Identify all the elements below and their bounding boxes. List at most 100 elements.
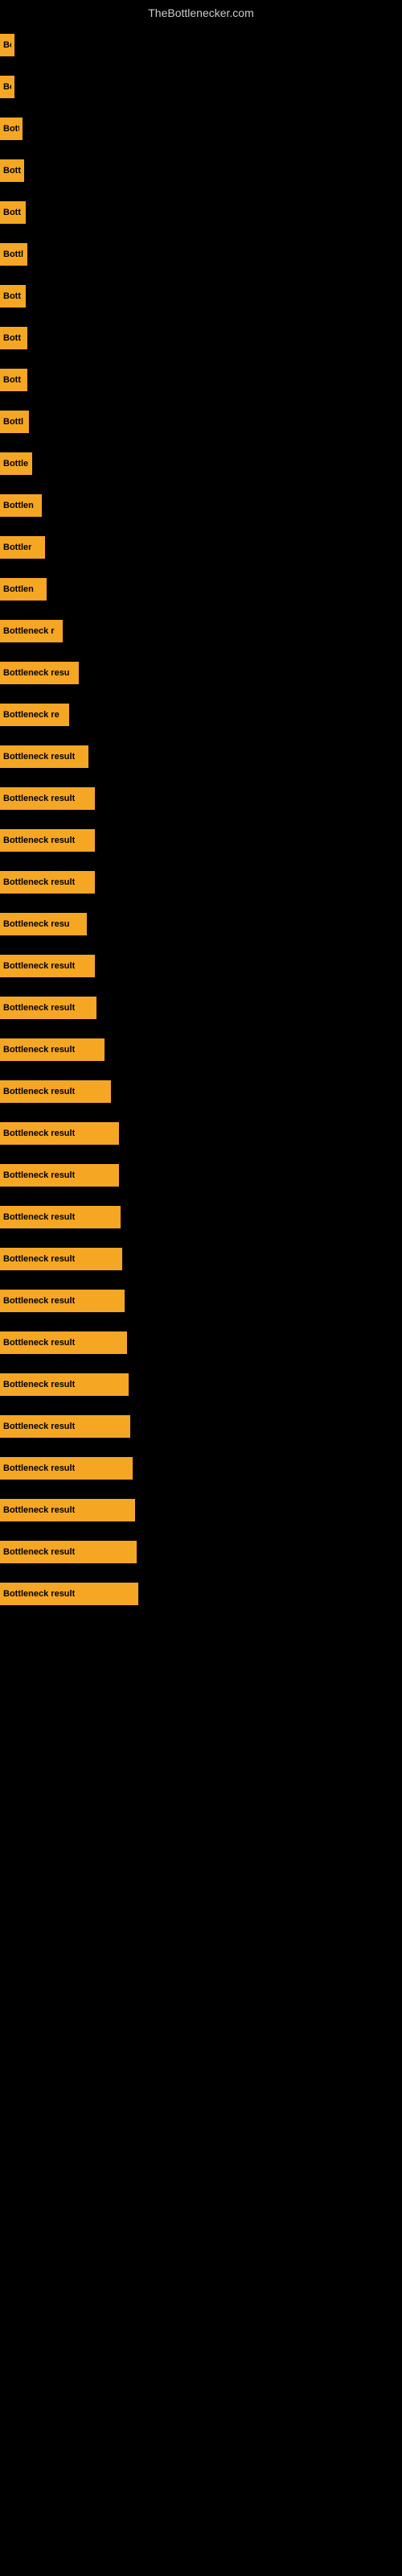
bar-label-19: Bottleneck result <box>3 836 75 845</box>
bar-row: Bottleneck result <box>0 786 402 811</box>
bar-24: Bottleneck result <box>0 1038 105 1061</box>
bar-34: Bottleneck result <box>0 1457 133 1480</box>
bar-row: Bottleneck result <box>0 744 402 770</box>
bar-row: Bottleneck result <box>0 1372 402 1397</box>
bar-label-16: Bottleneck re <box>3 710 59 720</box>
bar-label-1: Bo <box>3 82 11 92</box>
bar-27: Bottleneck result <box>0 1164 119 1187</box>
bar-label-26: Bottleneck result <box>3 1129 75 1138</box>
bar-22: Bottleneck result <box>0 955 95 977</box>
bar-10: Bottle <box>0 452 32 475</box>
bar-row: Bottleneck result <box>0 953 402 979</box>
bar-label-27: Bottleneck result <box>3 1170 75 1180</box>
bar-8: Bott <box>0 369 27 391</box>
bar-row: Bott <box>0 200 402 225</box>
bar-row: Bott <box>0 367 402 393</box>
bar-row: Bottleneck resu <box>0 660 402 686</box>
bar-row: Bottlen <box>0 493 402 518</box>
bar-1: Bo <box>0 76 14 98</box>
bar-label-17: Bottleneck result <box>3 752 75 762</box>
bar-label-32: Bottleneck result <box>3 1380 75 1389</box>
bar-2: Bott <box>0 118 23 140</box>
bar-label-8: Bott <box>3 375 21 385</box>
bar-row: Bottleneck result <box>0 995 402 1021</box>
bar-17: Bottleneck result <box>0 745 88 768</box>
bar-row: Bo <box>0 74 402 100</box>
bar-label-12: Bottler <box>3 543 31 552</box>
bar-21: Bottleneck resu <box>0 913 87 935</box>
bar-label-7: Bott <box>3 333 21 343</box>
bar-label-10: Bottle <box>3 459 28 469</box>
bar-row: Bo <box>0 32 402 58</box>
bar-0: Bo <box>0 34 14 56</box>
bar-14: Bottleneck r <box>0 620 63 642</box>
bar-row: Bottleneck result <box>0 1079 402 1104</box>
bar-row: Bottleneck result <box>0 1330 402 1356</box>
bar-20: Bottleneck result <box>0 871 95 894</box>
bar-label-13: Bottlen <box>3 584 34 594</box>
bar-label-5: Bottl <box>3 250 23 259</box>
bar-row: Bottleneck result <box>0 1162 402 1188</box>
bar-row: Bottleneck result <box>0 869 402 895</box>
bar-label-34: Bottleneck result <box>3 1463 75 1473</box>
bar-23: Bottleneck result <box>0 997 96 1019</box>
bar-row: Bottleneck result <box>0 1246 402 1272</box>
bar-label-3: Bott <box>3 166 21 175</box>
bar-15: Bottleneck resu <box>0 662 79 684</box>
bar-label-33: Bottleneck result <box>3 1422 75 1431</box>
bar-13: Bottlen <box>0 578 47 601</box>
bar-11: Bottlen <box>0 494 42 517</box>
bar-label-23: Bottleneck result <box>3 1003 75 1013</box>
bar-4: Bott <box>0 201 26 224</box>
bar-row: Bott <box>0 158 402 184</box>
bar-29: Bottleneck result <box>0 1248 122 1270</box>
bar-row: Bottleneck result <box>0 1581 402 1607</box>
bar-3: Bott <box>0 159 24 182</box>
bar-row: Bott <box>0 116 402 142</box>
bar-label-6: Bott <box>3 291 21 301</box>
bar-label-30: Bottleneck result <box>3 1296 75 1306</box>
bar-label-2: Bott <box>3 124 19 134</box>
bar-label-25: Bottleneck result <box>3 1087 75 1096</box>
bar-label-31: Bottleneck result <box>3 1338 75 1348</box>
bar-16: Bottleneck re <box>0 704 69 726</box>
bar-row: Bottleneck result <box>0 1414 402 1439</box>
bar-label-14: Bottleneck r <box>3 626 55 636</box>
bar-row: Bottleneck result <box>0 1497 402 1523</box>
bar-label-9: Bottl <box>3 417 23 427</box>
bar-37: Bottleneck result <box>0 1583 138 1605</box>
bar-label-29: Bottleneck result <box>3 1254 75 1264</box>
bar-row: Bottl <box>0 242 402 267</box>
bar-row: Bottleneck result <box>0 1204 402 1230</box>
bar-row: Bott <box>0 283 402 309</box>
bars-container: Bo Bo Bott Bott Bott Bottl Bott Bott Bott Bottl Bo… <box>0 24 402 1615</box>
bar-31: Bottleneck result <box>0 1331 127 1354</box>
bar-row: Bottleneck result <box>0 1037 402 1063</box>
bar-19: Bottleneck result <box>0 829 95 852</box>
bar-9: Bottl <box>0 411 29 433</box>
bar-row: Bottleneck result <box>0 1455 402 1481</box>
bar-row: Bottleneck re <box>0 702 402 728</box>
bar-label-24: Bottleneck result <box>3 1045 75 1055</box>
bar-32: Bottleneck result <box>0 1373 129 1396</box>
bar-label-11: Bottlen <box>3 501 34 510</box>
bar-label-20: Bottleneck result <box>3 877 75 887</box>
bar-35: Bottleneck result <box>0 1499 135 1521</box>
bar-label-21: Bottleneck resu <box>3 919 70 929</box>
bar-label-15: Bottleneck resu <box>3 668 70 678</box>
bar-row: Bottler <box>0 535 402 560</box>
bar-row: Bott <box>0 325 402 351</box>
bar-label-22: Bottleneck result <box>3 961 75 971</box>
site-title: TheBottlenecker.com <box>0 0 402 23</box>
bar-row: Bottlen <box>0 576 402 602</box>
bar-18: Bottleneck result <box>0 787 95 810</box>
bar-28: Bottleneck result <box>0 1206 121 1228</box>
bar-row: Bottleneck r <box>0 618 402 644</box>
bar-36: Bottleneck result <box>0 1541 137 1563</box>
bar-12: Bottler <box>0 536 45 559</box>
bar-row: Bottleneck result <box>0 1539 402 1565</box>
bar-row: Bottleneck result <box>0 1121 402 1146</box>
bar-label-4: Bott <box>3 208 21 217</box>
bar-5: Bottl <box>0 243 27 266</box>
bar-row: Bottleneck resu <box>0 911 402 937</box>
